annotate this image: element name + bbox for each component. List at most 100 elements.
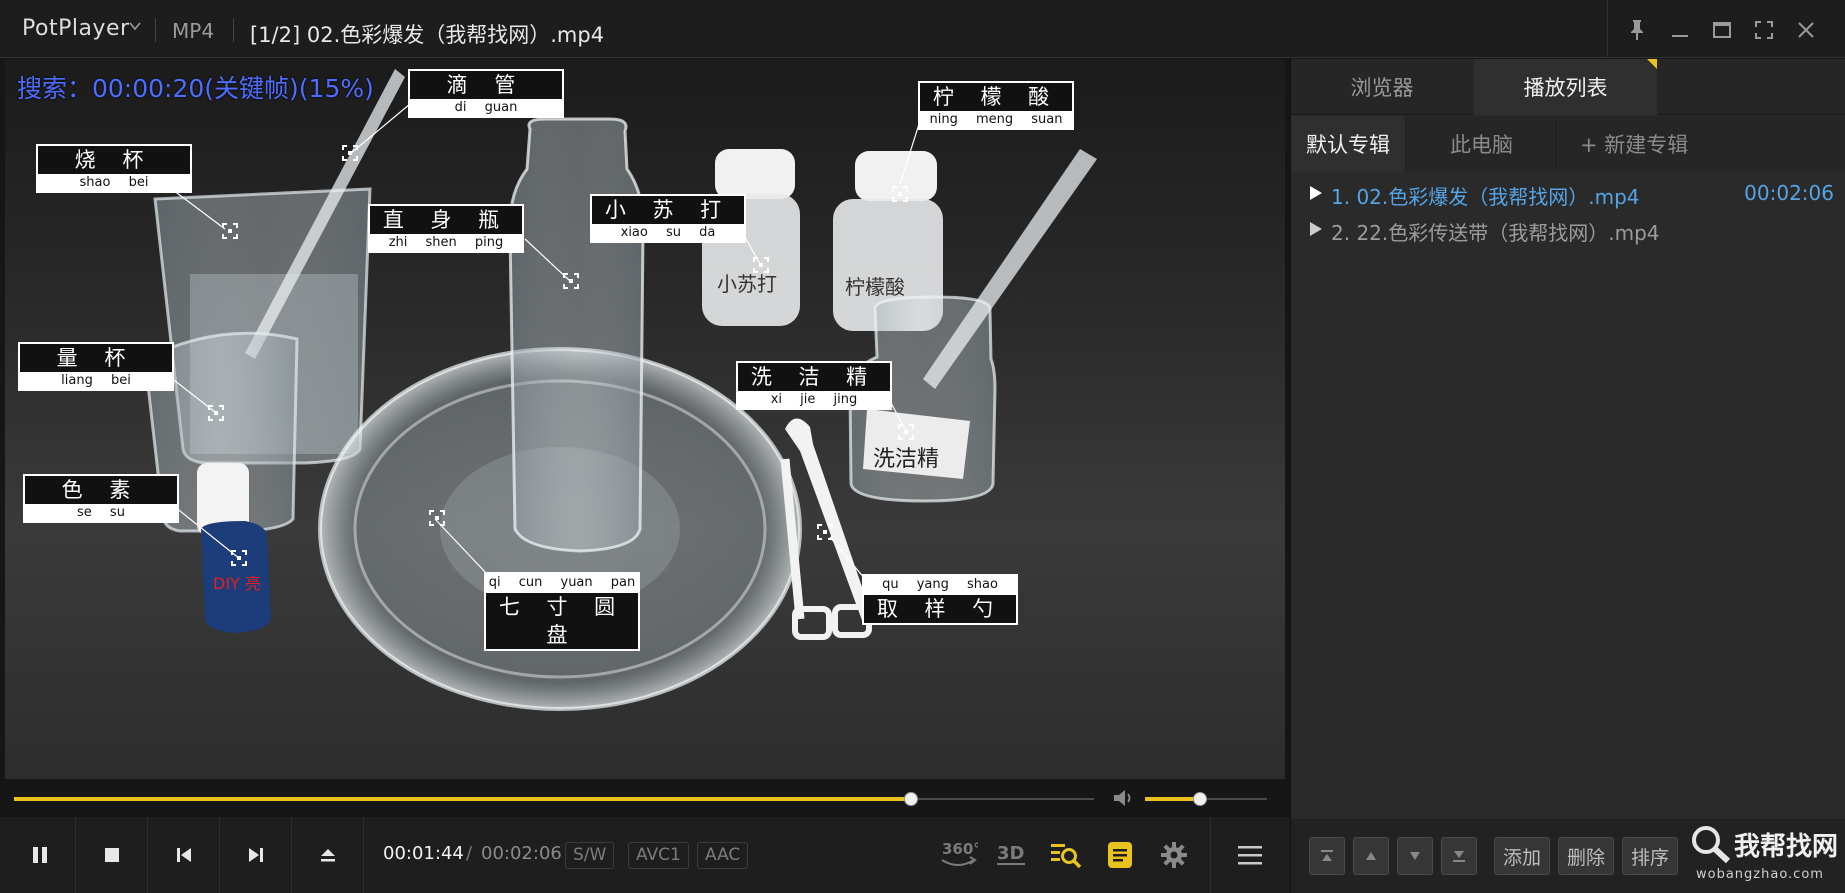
3d-button[interactable]: 3D xyxy=(989,833,1033,877)
maximize-button[interactable] xyxy=(1705,13,1739,47)
divider xyxy=(233,18,234,42)
delete-button[interactable]: 删除 xyxy=(1558,837,1614,875)
360-icon: 360° xyxy=(941,840,978,866)
search-list-icon xyxy=(1051,844,1082,869)
watermark-logo: 我帮找网 wobangzhao.com xyxy=(1690,820,1845,893)
move-top-icon xyxy=(1321,850,1333,861)
target-marker-icon xyxy=(898,424,914,440)
playlist-icon xyxy=(1108,842,1132,868)
sort-button[interactable]: 排序 xyxy=(1622,837,1678,875)
label-citric-acid: 柠 檬 酸 ning meng suan xyxy=(918,81,1074,130)
magnifier-icon xyxy=(1692,826,1731,864)
tab-strip-filler xyxy=(1657,59,1845,115)
close-icon xyxy=(1798,22,1814,38)
play-indicator-icon xyxy=(1310,222,1322,236)
control-bar: 00:01:44 / 00:02:06 S/W AVC1 AAC 360° 3D xyxy=(0,817,1290,893)
next-button[interactable] xyxy=(220,817,292,893)
gear-icon xyxy=(1161,842,1187,868)
target-marker-icon xyxy=(563,273,579,289)
playlist-panel: 浏览器 播放列表 默认专辑 此电脑 + 新建专辑 1. 02.色彩爆发（我帮找网… xyxy=(1290,59,1845,893)
move-bottom-button[interactable] xyxy=(1441,837,1477,875)
move-bottom-icon xyxy=(1453,851,1465,862)
minimize-button[interactable] xyxy=(1663,13,1697,47)
stop-icon xyxy=(104,848,119,862)
triangle-up-icon xyxy=(1366,852,1376,860)
fullscreen-button[interactable] xyxy=(1747,13,1781,47)
label-spoon: qu yang shao 取 样 勺 xyxy=(862,574,1018,625)
main-menu-button[interactable] xyxy=(1228,833,1272,877)
audio-codec-tag[interactable]: AAC xyxy=(697,842,749,869)
soda-bottle-label: 小苏打 xyxy=(717,272,777,296)
add-button[interactable]: 添加 xyxy=(1494,837,1550,875)
window-title: [1/2] 02.色彩爆发（我帮找网）.mp4 xyxy=(250,23,605,47)
citric-bottle-label: 柠檬酸 xyxy=(845,275,905,299)
target-marker-icon xyxy=(342,145,358,161)
previous-button[interactable] xyxy=(148,817,220,893)
playlist-item[interactable]: 2. 22.色彩传送带（我帮找网）.mp4 xyxy=(1309,215,1834,249)
vr-360-button[interactable]: 360° xyxy=(936,833,980,877)
triangle-down-icon xyxy=(1410,852,1420,860)
seek-handle[interactable] xyxy=(904,792,919,806)
total-time: 00:02:06 xyxy=(481,843,562,864)
label-beaker: 烧 杯 shao bei xyxy=(36,144,192,193)
target-marker-icon xyxy=(753,257,769,273)
playlist-toggle-button[interactable] xyxy=(1098,833,1142,877)
title-bar: PotPlayer MP4 [1/2] 02.色彩爆发（我帮找网）.mp4 xyxy=(0,0,1845,58)
watermark-text: 我帮找网 xyxy=(1734,832,1839,862)
eject-button[interactable] xyxy=(292,817,364,893)
label-dropper: 滴 管 di guan xyxy=(408,69,564,118)
close-button[interactable] xyxy=(1789,13,1823,47)
album-default[interactable]: 默认专辑 xyxy=(1291,116,1406,172)
app-logo[interactable]: PotPlayer xyxy=(22,16,130,41)
target-marker-icon xyxy=(222,223,238,239)
new-album-button[interactable]: + 新建专辑 xyxy=(1558,116,1845,172)
svg-text:3D: 3D xyxy=(997,843,1024,864)
skip-previous-icon xyxy=(176,848,191,862)
dropper-right xyxy=(923,149,1097,389)
volume-icon[interactable] xyxy=(1112,787,1136,809)
pin-button[interactable] xyxy=(1620,13,1654,47)
detergent-bottle-label: 洗洁精 xyxy=(873,447,939,472)
hamburger-menu-icon xyxy=(1238,846,1262,865)
tab-browser[interactable]: 浏览器 xyxy=(1291,59,1473,115)
target-marker-icon xyxy=(429,510,445,526)
render-tag[interactable]: S/W xyxy=(565,842,615,869)
3d-icon: 3D xyxy=(997,843,1025,865)
pause-icon xyxy=(32,847,47,863)
divider xyxy=(1607,0,1608,58)
video-frame[interactable]: 小苏打 柠檬酸 洗洁精 DIY 亮 搜索：00:00:20(关键帧)(15%) … xyxy=(5,59,1285,779)
soda-cap xyxy=(715,149,795,199)
target-marker-icon xyxy=(892,186,908,202)
seek-osd: 搜索：00:00:20(关键帧)(15%) xyxy=(17,74,374,103)
move-down-button[interactable] xyxy=(1397,837,1433,875)
video-codec-tag[interactable]: AVC1 xyxy=(628,842,689,869)
playlist-item-name: 1. 02.色彩爆发（我帮找网）.mp4 xyxy=(1331,185,1640,209)
playlist-item-name: 2. 22.色彩传送带（我帮找网）.mp4 xyxy=(1331,221,1660,245)
playlist-item[interactable]: 1. 02.色彩爆发（我帮找网）.mp4 00:02:06 xyxy=(1309,179,1834,213)
maximize-icon xyxy=(1713,22,1731,38)
label-plate: qi cun yuan pan 七 寸 圆 盘 xyxy=(484,572,640,651)
playlist-item-duration: 00:02:06 xyxy=(1744,181,1834,205)
divider xyxy=(155,18,156,42)
video-scene: 小苏打 柠檬酸 洗洁精 DIY 亮 xyxy=(143,69,1097,711)
minimize-icon xyxy=(1672,35,1688,37)
label-dye: 色 素 se su xyxy=(23,474,179,523)
search-playlist-button[interactable] xyxy=(1044,833,1088,877)
chevron-down-icon[interactable] xyxy=(128,19,142,33)
svg-text:360°: 360° xyxy=(942,840,978,858)
current-time: 00:01:44 xyxy=(383,843,464,864)
stop-button[interactable] xyxy=(76,817,148,893)
tab-playlist[interactable]: 播放列表 xyxy=(1474,59,1657,115)
settings-button[interactable] xyxy=(1152,833,1196,877)
divider xyxy=(1210,817,1211,893)
pause-button[interactable] xyxy=(4,817,76,893)
move-top-button[interactable] xyxy=(1309,837,1345,875)
album-this-pc[interactable]: 此电脑 xyxy=(1407,116,1557,172)
format-label: MP4 xyxy=(172,19,215,43)
label-detergent: 洗 洁 精 xi jie jing xyxy=(736,361,892,410)
volume-handle[interactable] xyxy=(1192,792,1207,806)
corner-marker-icon xyxy=(1647,59,1657,69)
move-up-button[interactable] xyxy=(1353,837,1389,875)
potplayer-window: PotPlayer MP4 [1/2] 02.色彩爆发（我帮找网）.mp4 小苏… xyxy=(0,0,1845,893)
seek-progress xyxy=(14,797,912,801)
